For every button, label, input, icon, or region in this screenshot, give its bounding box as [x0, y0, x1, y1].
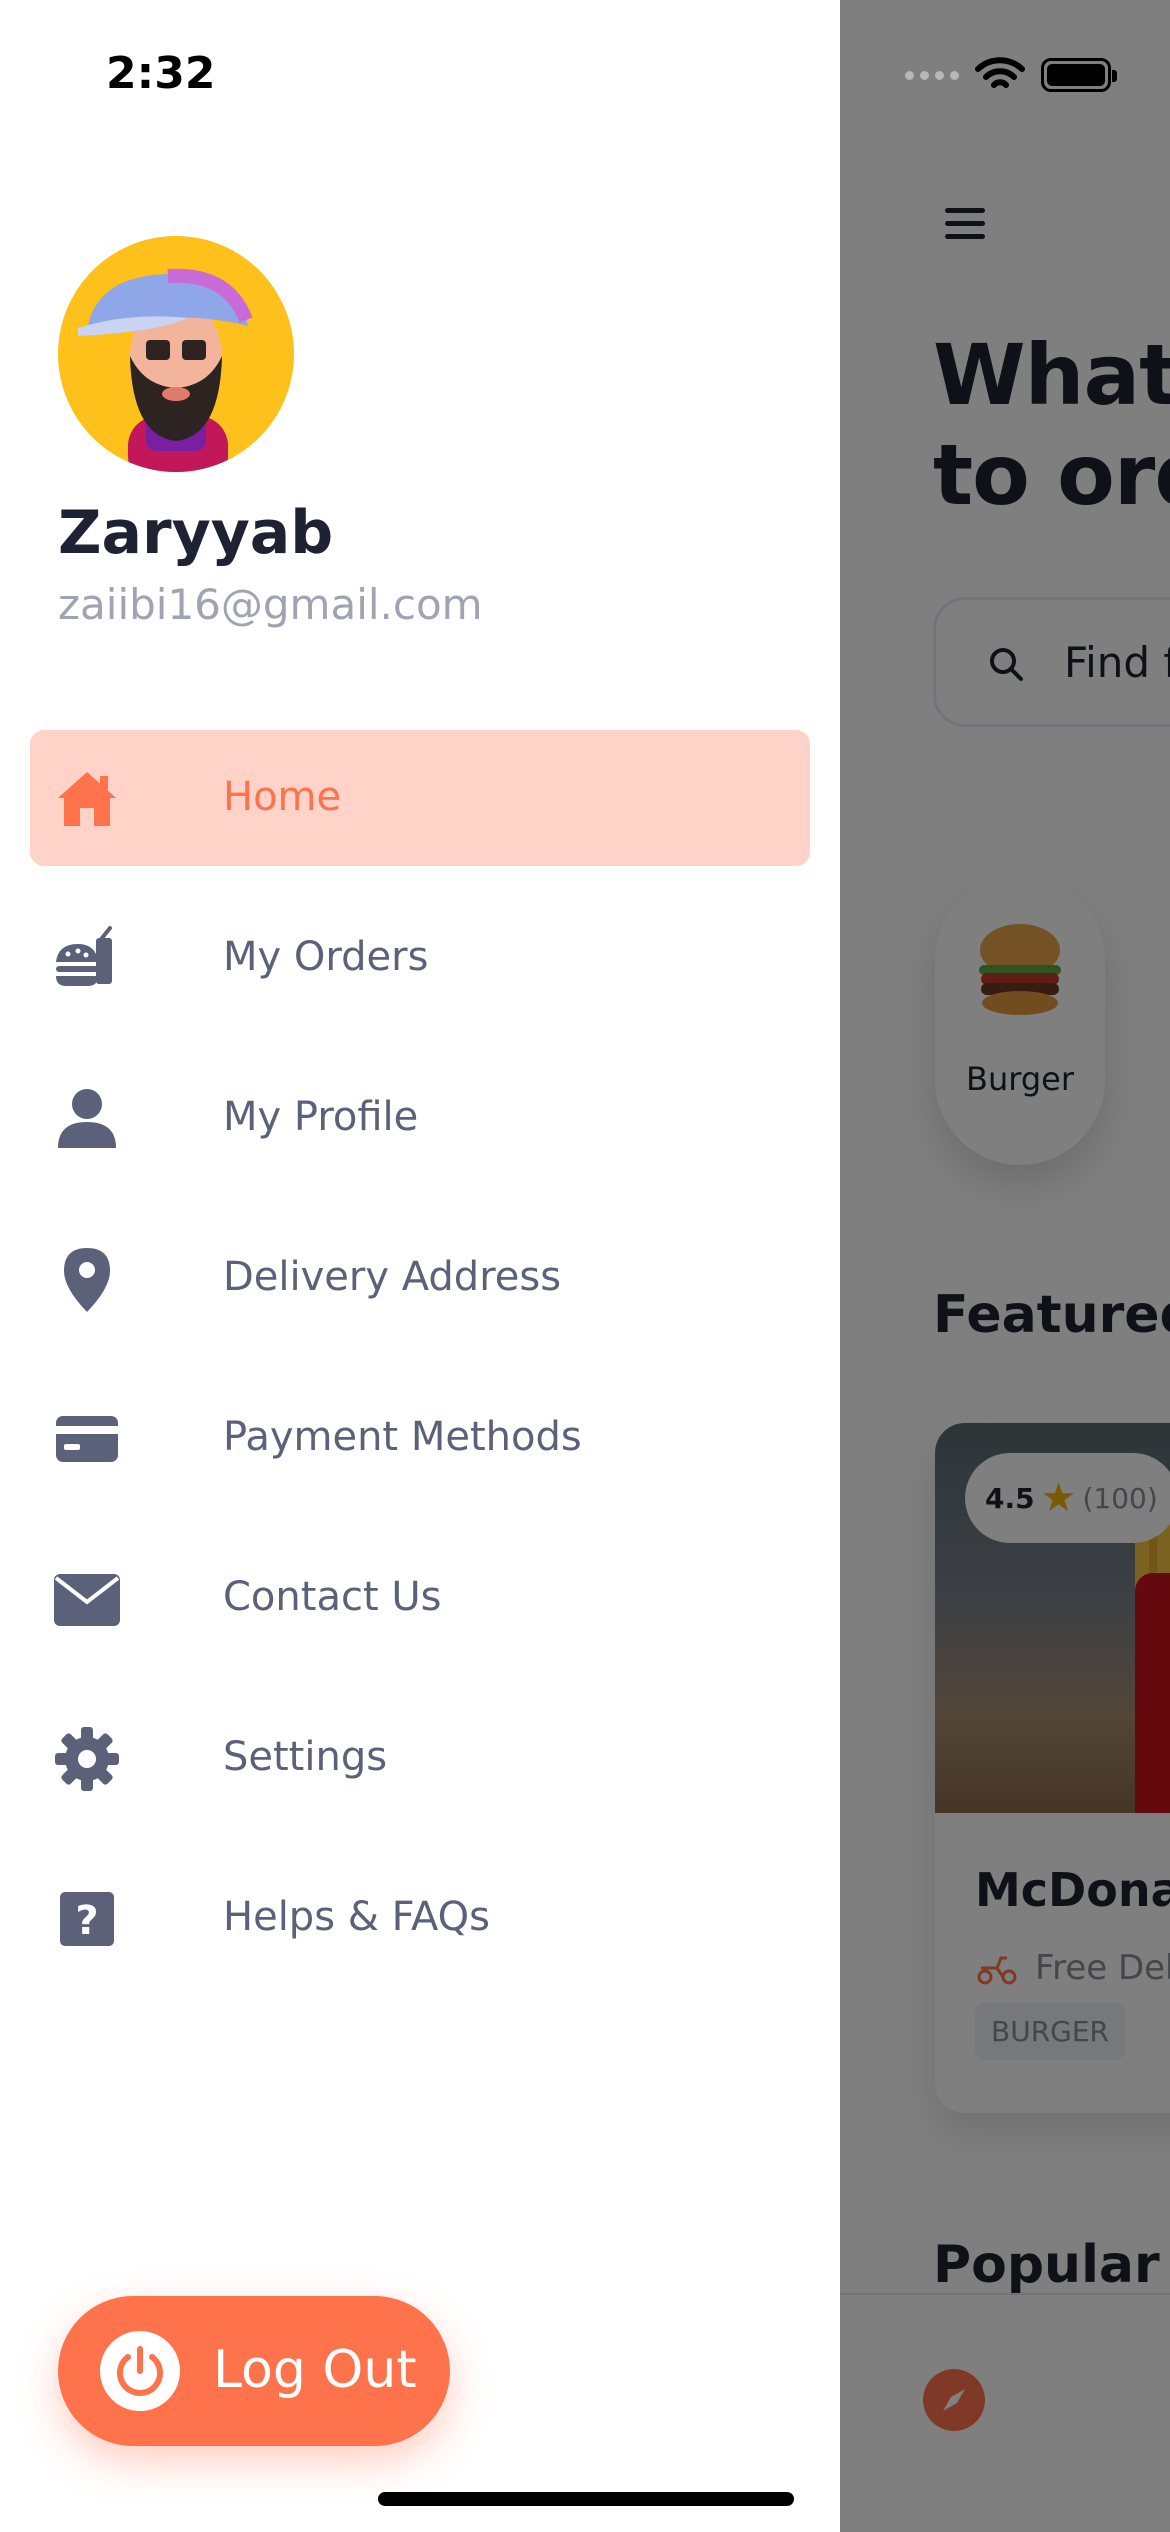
home-icon [52, 764, 122, 834]
main-screen-background[interactable]: What to ord Find f Burger Featured M 4 [840, 0, 1170, 2532]
gear-icon [52, 1724, 122, 1794]
status-time: 2:32 [106, 48, 216, 99]
menu-item-contact-us[interactable]: Contact Us [30, 1530, 810, 1666]
battery-icon [1041, 58, 1117, 92]
menu-label: Contact Us [223, 1574, 442, 1620]
menu-item-my-profile[interactable]: My Profile [30, 1050, 810, 1186]
menu-item-my-orders[interactable]: My Orders [30, 890, 810, 1026]
menu-item-home[interactable]: Home [30, 730, 810, 866]
credit-card-icon [52, 1404, 122, 1474]
avatar[interactable] [58, 236, 294, 472]
menu-label: My Profile [223, 1094, 419, 1140]
location-pin-icon [52, 1244, 122, 1314]
menu-item-delivery-address[interactable]: Delivery Address [30, 1210, 810, 1346]
menu-item-payment-methods[interactable]: Payment Methods [30, 1370, 810, 1506]
logout-label: Log Out [213, 2340, 417, 2400]
menu-label: Helps & FAQs [223, 1894, 490, 1940]
help-icon: ? [52, 1884, 122, 1954]
menu-label: Delivery Address [223, 1254, 562, 1300]
menu-item-helps-faqs[interactable]: ? Helps & FAQs [30, 1850, 810, 1986]
menu-label: Payment Methods [223, 1414, 582, 1460]
menu-label: Home [223, 774, 342, 820]
side-drawer: 2:32 Zaryyab zaiibi16@gmail.com Home My … [0, 0, 840, 2532]
svg-text:?: ? [75, 1898, 98, 1944]
menu-label: My Orders [223, 934, 429, 980]
profile-icon [52, 1084, 122, 1154]
user-name: Zaryyab [58, 498, 334, 568]
menu-item-settings[interactable]: Settings [30, 1690, 810, 1826]
envelope-icon [52, 1564, 122, 1634]
menu-label: Settings [223, 1734, 388, 1780]
cellular-signal-icon [905, 70, 959, 80]
dim-overlay[interactable] [840, 0, 1170, 2532]
logout-button[interactable]: Log Out [58, 2296, 450, 2446]
orders-icon [52, 924, 122, 994]
home-indicator [378, 2492, 794, 2506]
wifi-icon [975, 57, 1025, 88]
user-email: zaiibi16@gmail.com [58, 580, 483, 629]
status-icons [905, 56, 1117, 94]
power-icon [100, 2331, 180, 2411]
avatar-illustration [78, 268, 253, 472]
